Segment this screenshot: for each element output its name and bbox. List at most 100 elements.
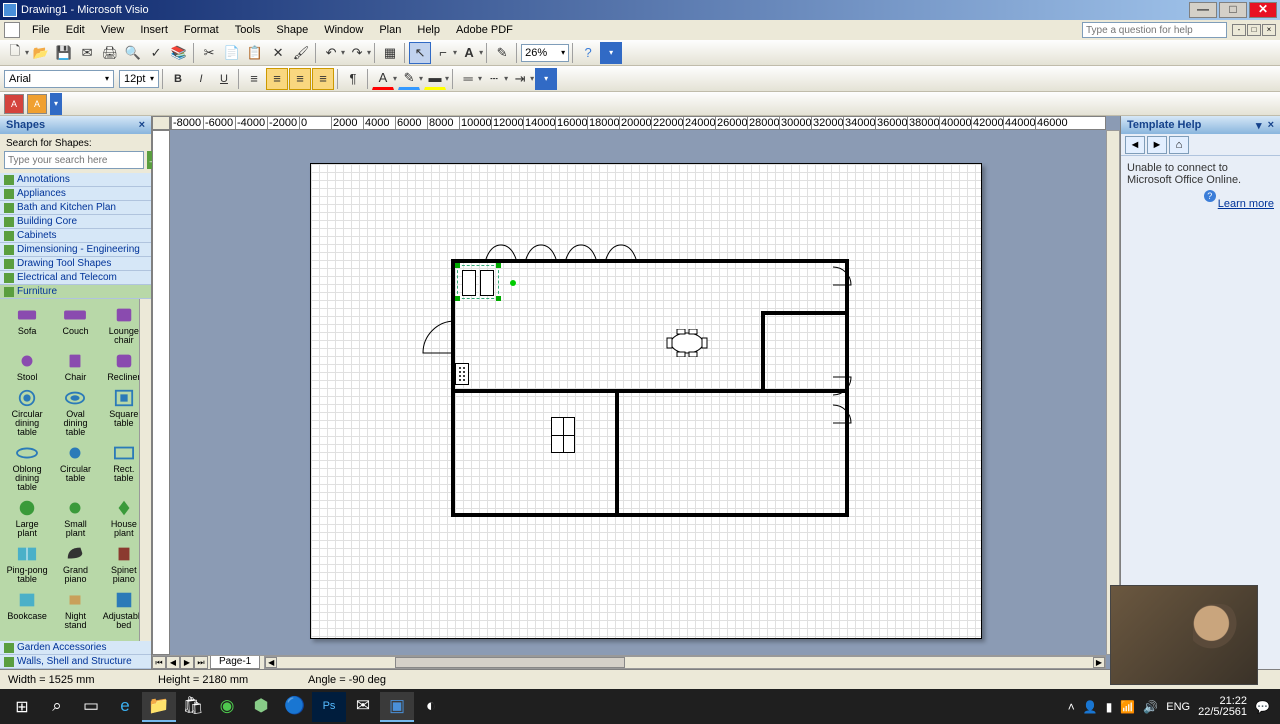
shape-circular-dining-table[interactable]: Circular dining table [4, 386, 50, 439]
stencil-cabinets[interactable]: Cabinets [0, 229, 151, 243]
shape-oval-dining-table[interactable]: Oval dining table [52, 386, 98, 439]
edge-icon[interactable]: e [108, 692, 142, 722]
stencil-dimensioning-engineering[interactable]: Dimensioning - Engineering [0, 243, 151, 257]
menu-window[interactable]: Window [316, 22, 371, 38]
start-button[interactable]: ⊞ [4, 692, 40, 722]
menu-insert[interactable]: Insert [132, 22, 176, 38]
shape-large-plant[interactable]: Large plant [4, 496, 50, 540]
tab-prev-button[interactable]: ◀ [166, 656, 180, 669]
new-icon[interactable]: 🗋 [4, 42, 26, 64]
window-shape[interactable] [551, 417, 575, 453]
tray-wifi-icon[interactable]: 📶 [1120, 700, 1135, 714]
format-painter-icon[interactable]: 🖌 [290, 42, 312, 64]
stencil-appliances[interactable]: Appliances [0, 187, 151, 201]
align-center-button[interactable]: ≡ [266, 68, 288, 90]
shape-stool[interactable]: Stool [4, 349, 50, 384]
italic-button[interactable]: I [190, 68, 212, 90]
shapes-window-icon[interactable]: ▦ [379, 42, 401, 64]
tray-battery-icon[interactable]: ▮ [1106, 700, 1113, 714]
shape-couch[interactable]: Couch [52, 303, 98, 347]
spell-icon[interactable]: ✓ [145, 42, 167, 64]
redo-icon[interactable]: ↷ [346, 42, 368, 64]
tab-first-button[interactable]: ⏮ [152, 656, 166, 669]
tab-last-button[interactable]: ⏭ [194, 656, 208, 669]
maximize-button[interactable]: □ [1219, 2, 1247, 18]
obs-icon[interactable]: ◐ [414, 692, 448, 722]
app-icon-2[interactable]: ⬢ [244, 692, 278, 722]
shape-circular-table[interactable]: Circular table [52, 441, 98, 494]
tray-clock[interactable]: 21:22 22/5/2561 [1198, 696, 1247, 718]
align-left-button[interactable]: ≡ [243, 68, 265, 90]
align-justify-button[interactable]: ≡ [312, 68, 334, 90]
convert-pdf-icon[interactable]: A [4, 94, 24, 114]
open-icon[interactable]: 📂 [30, 42, 52, 64]
delete-icon[interactable]: ✕ [267, 42, 289, 64]
menu-view[interactable]: View [93, 22, 133, 38]
toolbar-options-icon[interactable]: ▾ [600, 42, 622, 64]
print-icon[interactable]: 🖨 [99, 42, 121, 64]
line-weight-button[interactable]: ═ [457, 68, 479, 90]
menu-format[interactable]: Format [176, 22, 227, 38]
menu-help[interactable]: Help [409, 22, 448, 38]
help-panel-dropdown-icon[interactable]: ▾ [1256, 119, 1262, 132]
shapes-grid-scrollbar[interactable] [139, 299, 151, 641]
help-icon[interactable]: ? [577, 42, 599, 64]
shape-night-stand[interactable]: Night stand [52, 588, 98, 632]
photoshop-icon[interactable]: Ps [312, 692, 346, 722]
text-direction-button[interactable]: ¶ [342, 68, 364, 90]
pointer-tool-icon[interactable]: ↖ [409, 42, 431, 64]
stove-shape[interactable] [455, 363, 469, 385]
drawing-viewport[interactable] [170, 130, 1106, 655]
convert-pdf-email-icon[interactable]: A [27, 94, 47, 114]
shape-oblong-dining-table[interactable]: Oblong dining table [4, 441, 50, 494]
drawing-page[interactable] [310, 163, 982, 639]
stencil-walls-shell-and-structure[interactable]: Walls, Shell and Structure [0, 655, 151, 669]
shape-sofa[interactable]: Sofa [4, 303, 50, 347]
save-icon[interactable]: 💾 [53, 42, 75, 64]
stencil-furniture[interactable]: Furniture [0, 285, 151, 299]
shape-small-plant[interactable]: Small plant [52, 496, 98, 540]
tray-volume-icon[interactable]: 🔊 [1143, 700, 1158, 714]
horizontal-scrollbar[interactable]: ◀ ▶ [264, 656, 1106, 669]
paste-icon[interactable]: 📋 [244, 42, 266, 64]
help-panel-close-icon[interactable]: × [1268, 119, 1274, 131]
menu-shape[interactable]: Shape [268, 22, 316, 38]
connector-tool-icon[interactable]: ⌐ [432, 42, 454, 64]
undo-icon[interactable]: ↶ [320, 42, 342, 64]
menu-tools[interactable]: Tools [227, 22, 269, 38]
shape-chair[interactable]: Chair [52, 349, 98, 384]
pdf-toolbar-options-icon[interactable]: ▾ [50, 93, 62, 115]
rotation-handle[interactable] [510, 280, 516, 286]
text-tool-icon[interactable]: A [458, 42, 480, 64]
fill-color-button[interactable]: ▬ [424, 68, 446, 90]
line-color-button[interactable]: ✎ [398, 68, 420, 90]
font-name-combo[interactable]: Arial▾ [4, 70, 114, 88]
mail-icon[interactable]: ✉ [346, 692, 380, 722]
align-right-button[interactable]: ≡ [289, 68, 311, 90]
menu-file[interactable]: File [24, 22, 58, 38]
ink-tool-icon[interactable]: ✎ [491, 42, 513, 64]
zoom-combo[interactable]: 26%▾ [521, 44, 569, 62]
tray-language[interactable]: ENG [1166, 701, 1190, 713]
font-size-combo[interactable]: 12pt▾ [119, 70, 159, 88]
help-forward-icon[interactable]: ► [1147, 136, 1167, 154]
selected-shape[interactable] [457, 265, 499, 299]
shape-grand-piano[interactable]: Grand piano [52, 542, 98, 586]
search-icon[interactable]: ⌕ [40, 692, 74, 722]
line-pattern-button[interactable]: ┄ [483, 68, 505, 90]
explorer-icon[interactable]: 📁 [142, 692, 176, 722]
page-tab[interactable]: Page-1 [210, 656, 260, 669]
search-shapes-input[interactable] [4, 151, 144, 169]
email-icon[interactable]: ✉ [76, 42, 98, 64]
help-search-input[interactable] [1082, 22, 1227, 38]
stencil-drawing-tool-shapes[interactable]: Drawing Tool Shapes [0, 257, 151, 271]
doc-close-button[interactable]: × [1262, 24, 1276, 36]
doc-restore-button[interactable]: □ [1247, 24, 1261, 36]
visio-taskbar-icon[interactable]: ▣ [380, 692, 414, 722]
stencil-bath-and-kitchen-plan[interactable]: Bath and Kitchen Plan [0, 201, 151, 215]
store-icon[interactable]: 🛍 [176, 692, 210, 722]
chrome-icon[interactable]: 🔵 [278, 692, 312, 722]
stencil-annotations[interactable]: Annotations [0, 173, 151, 187]
copy-icon[interactable]: 📄 [221, 42, 243, 64]
shape-ping-pong-table[interactable]: Ping-pong table [4, 542, 50, 586]
